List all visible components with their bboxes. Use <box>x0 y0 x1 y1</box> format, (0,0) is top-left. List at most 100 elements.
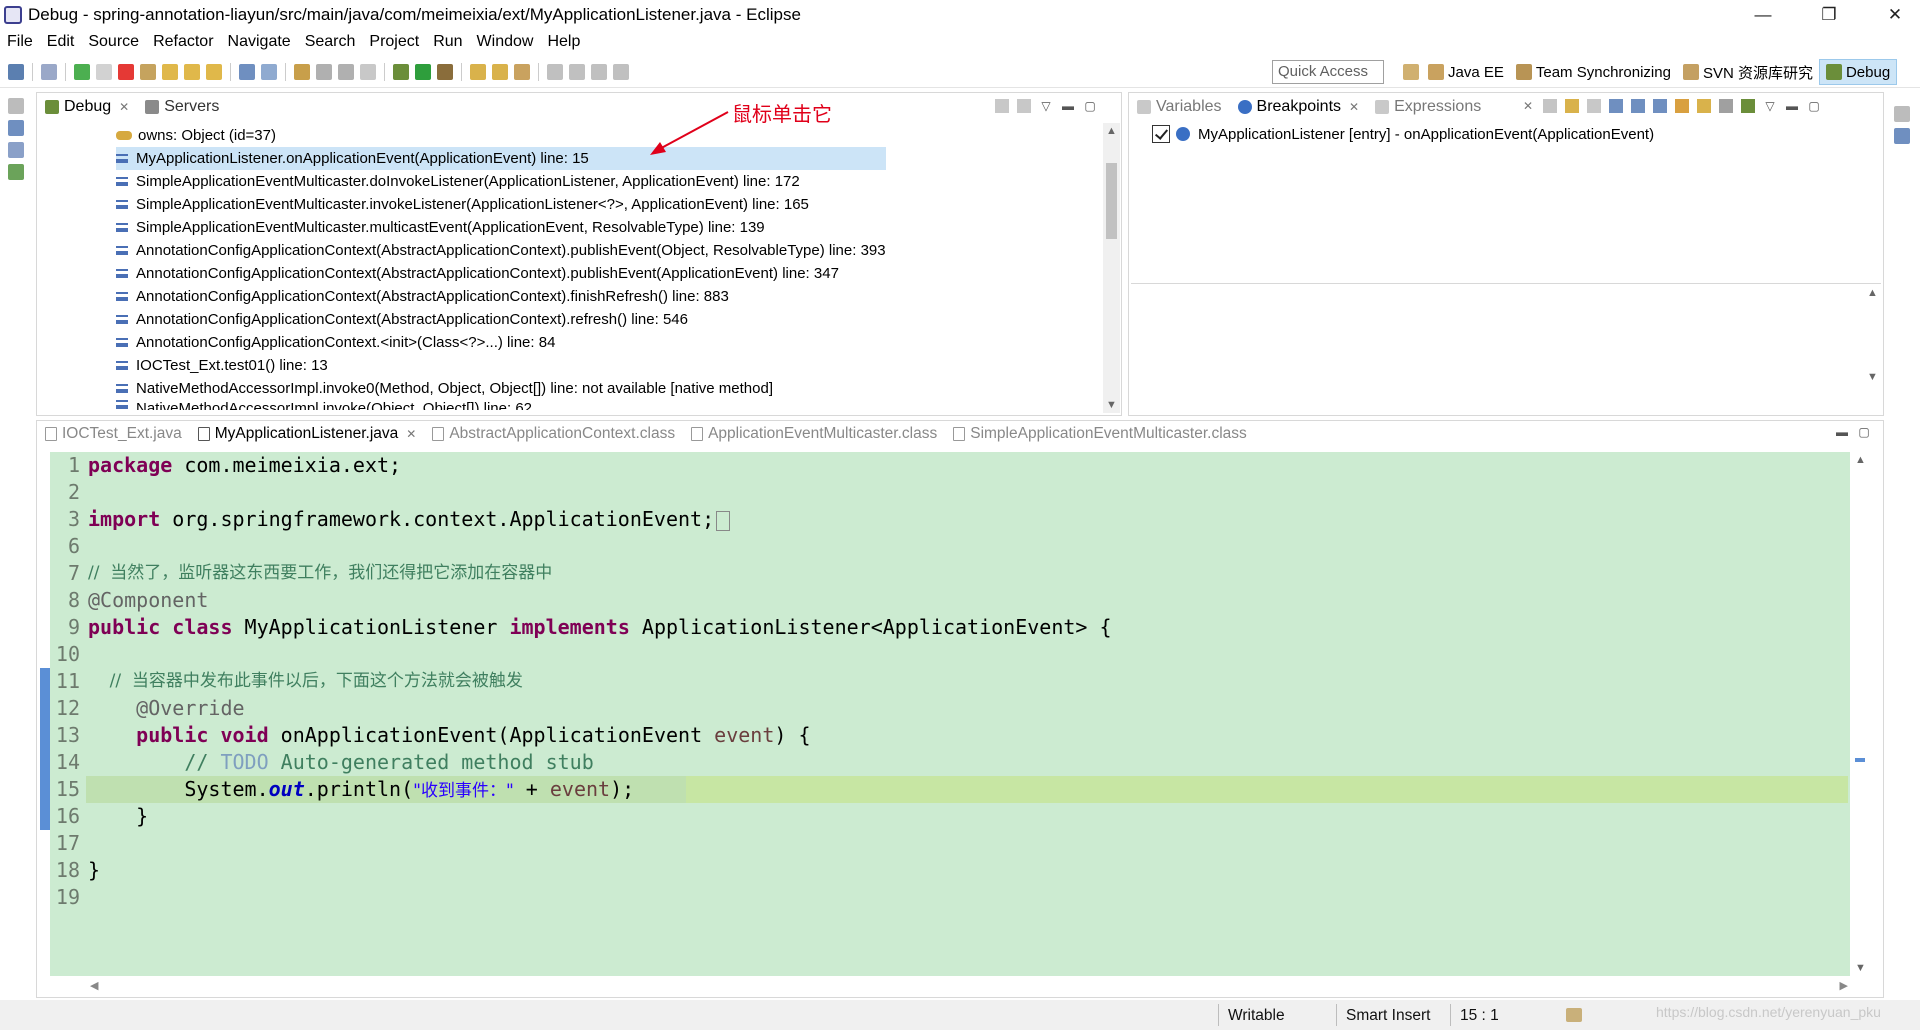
annotation-icon[interactable] <box>547 63 563 80</box>
minimize-button[interactable]: — <box>1740 0 1786 30</box>
skip-breakpoints-icon[interactable] <box>41 63 57 80</box>
tab-expressions[interactable]: Expressions <box>1367 93 1489 121</box>
stack-frame-row[interactable]: SimpleApplicationEventMulticaster.invoke… <box>116 193 886 216</box>
menu-navigate[interactable]: Navigate <box>221 33 298 51</box>
stack-frame-row[interactable]: AnnotationConfigApplicationContext(Abstr… <box>116 285 886 308</box>
menu-run[interactable]: Run <box>426 33 469 51</box>
print-icon[interactable] <box>360 63 376 80</box>
stack-frame-row[interactable]: MyApplicationListener.onApplicationEvent… <box>116 147 886 170</box>
close-tab-icon[interactable]: ✕ <box>406 427 416 441</box>
stack-frame-row[interactable]: AnnotationConfigApplicationContext.<init… <box>116 331 886 354</box>
scroll-thumb[interactable] <box>1106 163 1117 239</box>
breakpoint-row[interactable]: MyApplicationListener [entry] - onApplic… <box>1152 125 1654 143</box>
editor-tab-myapplicationlistener[interactable]: MyApplicationListener.java ✕ <box>189 421 425 447</box>
close-button[interactable]: ✕ <box>1872 0 1918 30</box>
link-with-debug-icon[interactable] <box>1675 99 1689 113</box>
remove-breakpoint-icon[interactable]: ✕ <box>1521 99 1535 113</box>
menu-search[interactable]: Search <box>298 33 363 51</box>
tab-variables[interactable]: Variables <box>1129 93 1230 121</box>
detail-scrollbar[interactable]: ▲ ▼ <box>1864 285 1881 385</box>
step-over-icon[interactable] <box>184 63 200 80</box>
drop-to-frame-icon[interactable] <box>239 63 255 80</box>
editor-tab-simpleapplicationeventmulticaster[interactable]: SimpleApplicationEventMulticaster.class <box>945 421 1255 447</box>
menu-edit[interactable]: Edit <box>40 33 82 51</box>
overview-ruler-marker[interactable] <box>1855 758 1865 762</box>
use-step-filters-icon[interactable] <box>261 63 277 80</box>
status-progress-icon[interactable] <box>1566 1008 1582 1022</box>
outline-icon[interactable] <box>1894 128 1910 144</box>
open-type-icon[interactable] <box>316 63 332 80</box>
suspend-icon[interactable] <box>96 63 112 80</box>
menu-file[interactable]: File <box>0 33 40 51</box>
remove-all-breakpoints-icon[interactable] <box>1543 99 1557 113</box>
new-java-project-icon[interactable] <box>294 63 310 80</box>
forward-icon[interactable] <box>613 63 629 80</box>
editor-tab-abstractapplicationcontext[interactable]: AbstractApplicationContext.class <box>424 421 683 447</box>
close-tab-icon[interactable]: ✕ <box>119 100 129 114</box>
scroll-up-icon[interactable]: ▲ <box>1103 125 1120 137</box>
tab-debug[interactable]: Debug ✕ <box>37 93 138 121</box>
menu-project[interactable]: Project <box>362 33 426 51</box>
display-icon[interactable] <box>8 142 24 158</box>
new-icon[interactable] <box>8 63 24 80</box>
open-task-icon[interactable] <box>492 63 508 80</box>
chevron-down-icon[interactable]: ▽ <box>1039 99 1053 113</box>
show-supported-breakpoints-icon[interactable] <box>1565 99 1579 113</box>
skip-all-breakpoints-icon[interactable] <box>1609 99 1623 113</box>
tab-breakpoints[interactable]: Breakpoints ✕ <box>1229 93 1368 121</box>
menu-source[interactable]: Source <box>81 33 146 51</box>
import-breakpoints-icon[interactable] <box>1741 99 1755 113</box>
step-return-icon[interactable] <box>206 63 222 80</box>
stack-frame-row[interactable]: IOCTest_Ext.test01() line: 13 <box>116 354 886 377</box>
remove-launches-icon[interactable] <box>995 99 1009 113</box>
stack-frame-row[interactable]: SimpleApplicationEventMulticaster.doInvo… <box>116 170 886 193</box>
table-icon[interactable] <box>8 164 24 180</box>
restore-icon[interactable] <box>1894 106 1910 122</box>
resume-icon[interactable] <box>74 63 90 80</box>
external-tools-icon[interactable] <box>437 63 453 80</box>
maximize-view-icon[interactable]: ▢ <box>1807 99 1821 113</box>
menu-help[interactable]: Help <box>540 33 587 51</box>
minimize-view-icon[interactable]: ▬ <box>1785 99 1799 113</box>
terminate-icon[interactable] <box>118 63 134 80</box>
view-menu-icon[interactable] <box>1017 99 1031 113</box>
quick-access-input[interactable]: Quick Access <box>1272 60 1384 84</box>
group-by-icon[interactable] <box>1719 99 1733 113</box>
minimize-view-icon[interactable]: ▬ <box>1835 425 1849 439</box>
maximize-view-icon[interactable]: ▢ <box>1083 99 1097 113</box>
minimize-view-icon[interactable]: ▬ <box>1061 99 1075 113</box>
perspective-java-ee[interactable]: Java EE <box>1422 59 1510 85</box>
debug-icon[interactable] <box>393 63 409 80</box>
stack-frame-row[interactable]: AnnotationConfigApplicationContext(Abstr… <box>116 308 886 331</box>
scroll-down-icon[interactable]: ▼ <box>1864 371 1881 383</box>
restore-button[interactable]: ❐ <box>1806 0 1852 30</box>
collapse-all-icon[interactable] <box>1653 99 1667 113</box>
status-insert-mode[interactable]: Smart Insert <box>1346 1007 1430 1025</box>
scroll-left-icon[interactable]: ◀ <box>90 979 98 992</box>
tab-servers[interactable]: Servers <box>137 93 227 121</box>
stack-frame-row[interactable]: NativeMethodAccessorImpl.invoke0(Method,… <box>116 377 886 400</box>
stack-frame-row[interactable]: AnnotationConfigApplicationContext(Abstr… <box>116 262 886 285</box>
back-icon[interactable] <box>591 63 607 80</box>
close-tab-icon[interactable]: ✕ <box>1349 100 1359 114</box>
perspective-team-sync[interactable]: Team Synchronizing <box>1510 59 1677 85</box>
scroll-down-icon[interactable]: ▼ <box>1103 399 1120 411</box>
chevron-down-icon[interactable]: ▽ <box>1763 99 1777 113</box>
scroll-up-icon[interactable]: ▲ <box>1852 454 1869 466</box>
scroll-right-icon[interactable]: ▶ <box>1840 979 1848 992</box>
stack-frame-row[interactable]: SimpleApplicationEventMulticaster.multic… <box>116 216 886 239</box>
run-icon[interactable] <box>415 63 431 80</box>
expand-all-icon[interactable] <box>1631 99 1645 113</box>
folded-imports-icon[interactable] <box>716 510 731 531</box>
perspective-svn[interactable]: SVN 资源库研究 <box>1677 59 1819 85</box>
scroll-down-icon[interactable]: ▼ <box>1852 962 1869 974</box>
step-into-icon[interactable] <box>162 63 178 80</box>
menu-window[interactable]: Window <box>470 33 541 51</box>
maximize-view-icon[interactable]: ▢ <box>1857 425 1871 439</box>
console-icon[interactable] <box>8 120 24 136</box>
owner-row[interactable]: owns: Object (id=37) <box>116 124 886 147</box>
next-annotation-icon[interactable] <box>569 63 585 80</box>
search-icon[interactable] <box>514 63 530 80</box>
perspective-debug[interactable]: Debug <box>1818 59 1898 85</box>
breakpoint-enabled-checkbox[interactable] <box>1152 125 1170 143</box>
